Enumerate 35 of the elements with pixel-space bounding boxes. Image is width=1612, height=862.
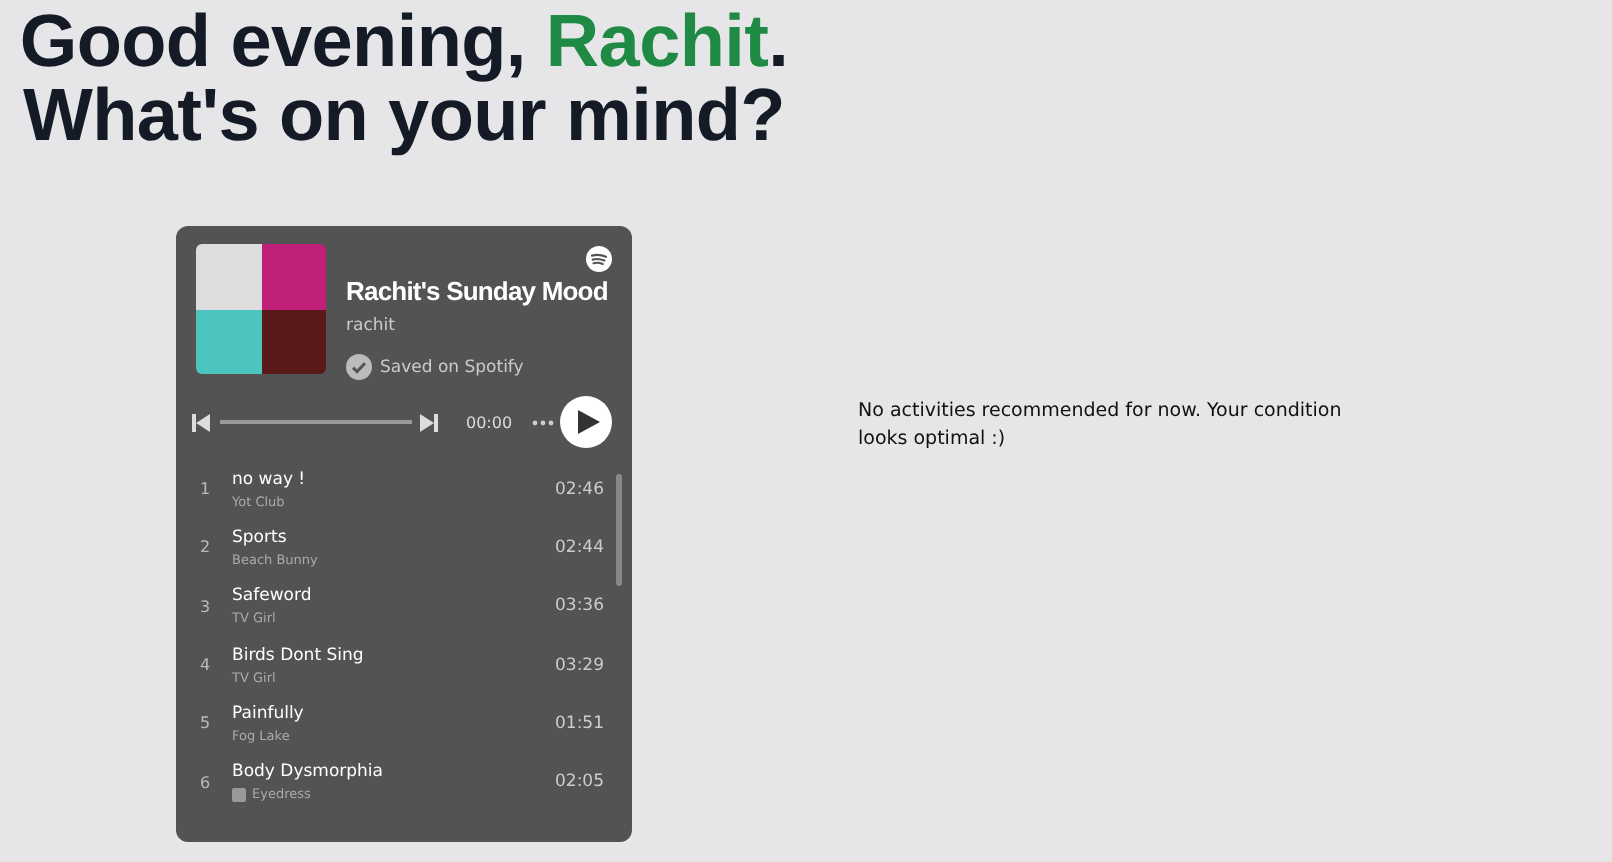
track-number: 1 bbox=[197, 480, 213, 499]
track-duration: 03:36 bbox=[555, 596, 604, 617]
play-icon bbox=[578, 410, 600, 434]
previous-icon[interactable] bbox=[192, 413, 210, 431]
track-number: 5 bbox=[197, 714, 213, 733]
playlist-title: Rachit's Sunday Mood bbox=[346, 274, 610, 310]
play-button[interactable] bbox=[560, 396, 612, 448]
track-title: Sports bbox=[232, 527, 289, 548]
track-duration: 02:05 bbox=[555, 772, 604, 793]
track-title: Painfully bbox=[232, 703, 306, 724]
check-icon bbox=[346, 354, 372, 380]
next-icon[interactable] bbox=[420, 413, 438, 431]
playlist-owner: rachit bbox=[346, 316, 397, 336]
album-art-collage bbox=[196, 244, 326, 374]
greeting-text: Good evening, bbox=[19, 0, 526, 82]
track-duration: 03:29 bbox=[555, 655, 604, 676]
track-number: 4 bbox=[197, 656, 213, 675]
track-duration: 02:46 bbox=[555, 479, 604, 500]
scrollbar-thumb bbox=[616, 474, 622, 586]
recommendation-text: No activities recommended for now. Your condition looks optimal :) bbox=[858, 398, 1344, 454]
track-number: 3 bbox=[197, 597, 213, 616]
elapsed-time: 00:00 bbox=[466, 413, 513, 431]
user-name: Rachit bbox=[545, 0, 769, 82]
track-title: no way ! bbox=[232, 469, 308, 490]
spotify-logo-icon bbox=[586, 246, 612, 272]
track-title: Safeword bbox=[232, 586, 314, 607]
track-duration: 01:51 bbox=[555, 713, 604, 734]
track-title: Body Dysmorphia bbox=[232, 762, 385, 783]
track-duration: 02:44 bbox=[555, 537, 604, 558]
track-number: 6 bbox=[197, 773, 213, 792]
more-options-icon[interactable] bbox=[532, 419, 555, 425]
saved-label: Saved on Spotify bbox=[380, 357, 524, 377]
track-title: Birds Dont Sing bbox=[232, 645, 366, 666]
track-number: 2 bbox=[197, 538, 213, 557]
greeting-punctuation: . bbox=[768, 0, 789, 82]
